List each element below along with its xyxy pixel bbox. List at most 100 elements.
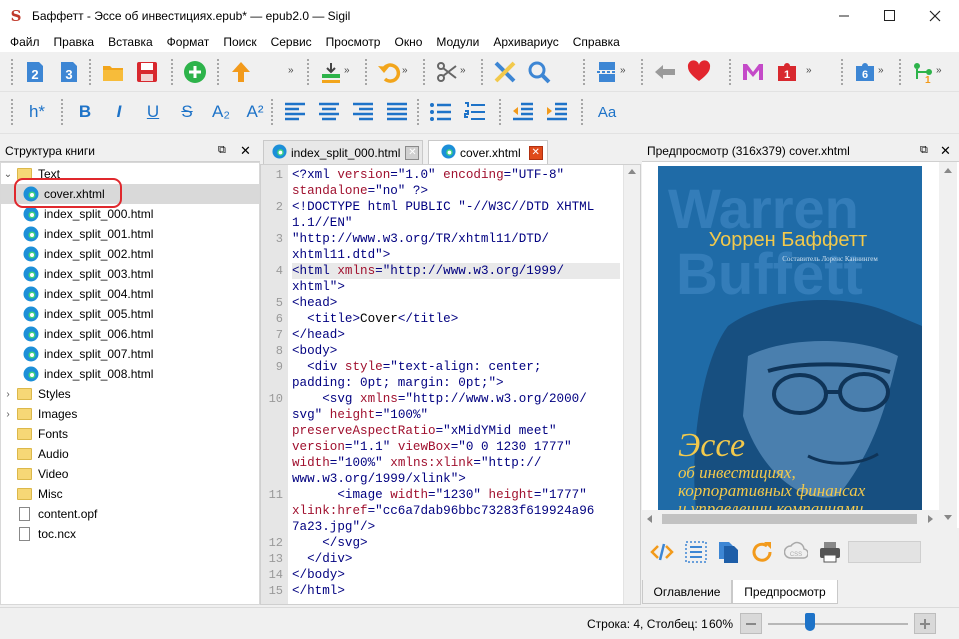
zoom-slider-thumb[interactable]	[805, 613, 815, 631]
scroll-down-icon[interactable]	[944, 515, 952, 520]
code-line[interactable]: 7 </head>	[276, 327, 620, 343]
toolbar-grip[interactable]	[422, 58, 426, 86]
tab-index-split-000[interactable]: index_split_000.html ✕	[263, 140, 423, 164]
numbered-list-icon[interactable]	[460, 97, 490, 127]
menu-tools[interactable]: Сервис	[264, 35, 319, 49]
maximize-button[interactable]	[866, 0, 912, 31]
select-all-icon[interactable]	[684, 540, 708, 567]
plugin-6-icon[interactable]: 6	[850, 57, 880, 87]
menu-insert[interactable]: Вставка	[101, 35, 160, 49]
scroll-left-icon[interactable]	[647, 515, 652, 523]
menu-help[interactable]: Справка	[566, 35, 627, 49]
toolbar-grip[interactable]	[580, 98, 584, 126]
indent-icon[interactable]	[542, 97, 572, 127]
underline-button[interactable]: U	[138, 97, 168, 127]
toolbar-overflow-icon[interactable]: »	[620, 65, 630, 79]
bold-button[interactable]: B	[70, 97, 100, 127]
code-line[interactable]: www.w3.org/1999/xlink">	[292, 471, 620, 487]
expand-icon[interactable]: ›	[3, 389, 13, 400]
tree-item-index-split-007-html[interactable]: index_split_007.html	[1, 344, 259, 364]
print-icon[interactable]	[818, 540, 842, 567]
code-line[interactable]: 12 </svg>	[269, 535, 620, 551]
toolbar-grip[interactable]	[60, 98, 64, 126]
toolbar-grip[interactable]	[88, 58, 92, 86]
tree-item-styles[interactable]: › Styles	[1, 384, 259, 404]
zoom-out-button[interactable]	[740, 613, 762, 634]
close-panel-icon[interactable]: ✕	[240, 143, 251, 159]
code-line[interactable]: width="100%" xmlns:xlink="http://	[292, 455, 620, 471]
toolbar-overflow-icon[interactable]: »	[344, 65, 354, 79]
expand-icon[interactable]: ›	[3, 409, 13, 420]
tree-item-content-opf[interactable]: content.opf	[1, 504, 259, 524]
align-justify-icon[interactable]	[382, 97, 412, 127]
tree-item-images[interactable]: › Images	[1, 404, 259, 424]
tab-close-icon[interactable]: ✕	[528, 146, 543, 160]
plugin-1b-icon[interactable]: 1	[908, 57, 938, 87]
outdent-icon[interactable]	[508, 97, 538, 127]
tree-item-index-split-006-html[interactable]: index_split_006.html	[1, 324, 259, 344]
close-button[interactable]	[912, 0, 958, 31]
toolbar-grip[interactable]	[170, 58, 174, 86]
align-left-icon[interactable]	[280, 97, 310, 127]
align-center-icon[interactable]	[314, 97, 344, 127]
code-line[interactable]: padding: 0pt; margin: 0pt;">	[292, 375, 620, 391]
tab-cover-xhtml[interactable]: cover.xhtml ✕	[428, 140, 548, 165]
code-line[interactable]: 11 <image width="1230" height="1777"	[269, 487, 620, 503]
split-icon[interactable]	[592, 57, 622, 87]
tree-item-fonts[interactable]: Fonts	[1, 424, 259, 444]
subscript-button[interactable]: A₂	[206, 97, 236, 127]
code-line[interactable]: preserveAspectRatio="xMidYMid meet"	[292, 423, 620, 439]
strikethrough-button[interactable]: S	[172, 97, 202, 127]
donate-heart-icon[interactable]	[684, 57, 714, 87]
tree-item-video[interactable]: Video	[1, 464, 259, 484]
toolbar-grip[interactable]	[416, 98, 420, 126]
toolbar-grip[interactable]	[498, 98, 502, 126]
collapse-icon[interactable]: ⌄	[3, 169, 13, 180]
toolbar-grip[interactable]	[10, 98, 14, 126]
code-line[interactable]: 9 <div style="text-align: center;	[276, 359, 620, 375]
tree-item-audio[interactable]: Audio	[1, 444, 259, 464]
menu-file[interactable]: Файл	[0, 35, 47, 49]
toolbar-grip[interactable]	[898, 58, 902, 86]
heading-dropdown[interactable]: h*	[20, 97, 54, 127]
copy-icon[interactable]	[716, 540, 740, 567]
open-folder-icon[interactable]	[98, 57, 128, 87]
menu-view[interactable]: Просмотр	[319, 35, 388, 49]
code-view[interactable]: 1 <?xml version="1.0" encoding="UTF-8" sta…	[269, 167, 620, 599]
tree-item-index-split-005-html[interactable]: index_split_005.html	[1, 304, 259, 324]
menu-search[interactable]: Поиск	[216, 35, 263, 49]
tree-item-index-split-008-html[interactable]: index_split_008.html	[1, 364, 259, 384]
code-line[interactable]: standalone="no" ?>	[292, 183, 620, 199]
tree-item-toc-ncx[interactable]: toc.ncx	[1, 524, 259, 544]
code-line[interactable]: 13 </div>	[269, 551, 620, 567]
toolbar-grip[interactable]	[582, 58, 586, 86]
code-tag-icon[interactable]	[650, 540, 674, 567]
menu-window[interactable]: Окно	[387, 35, 429, 49]
code-line[interactable]: xhtml">	[292, 279, 620, 295]
code-line[interactable]: 1 <?xml version="1.0" encoding="UTF-8"	[276, 167, 620, 183]
toolbar-grip[interactable]	[480, 58, 484, 86]
code-line[interactable]: 6 <title>Cover</title>	[276, 311, 620, 327]
toolbar-overflow-icon[interactable]: »	[288, 65, 298, 79]
tree-item-index-split-004-html[interactable]: index_split_004.html	[1, 284, 259, 304]
tree-item-index-split-001-html[interactable]: index_split_001.html	[1, 224, 259, 244]
scroll-right-icon[interactable]	[928, 515, 933, 523]
toolbar-grip[interactable]	[364, 58, 368, 86]
zoom-slider-track[interactable]	[768, 623, 908, 625]
tab-toc[interactable]: Оглавление	[642, 580, 732, 604]
code-line[interactable]: xlink:href="cc6a7dab96bbc73283f619924a96	[292, 503, 620, 519]
toolbar-grip[interactable]	[840, 58, 844, 86]
upload-arrow-icon[interactable]	[226, 57, 256, 87]
toolbar-grip[interactable]	[640, 58, 644, 86]
code-line[interactable]: 4 <html xmlns="http://www.w3.org/1999/	[276, 263, 620, 279]
preview-view[interactable]: Warren Buffett Уоррен Баффетт Составител…	[642, 162, 959, 528]
code-line[interactable]: 8 <body>	[276, 343, 620, 359]
code-line[interactable]: 14 </body>	[269, 567, 620, 583]
undo-icon[interactable]	[374, 57, 404, 87]
add-icon[interactable]	[180, 57, 210, 87]
toolbar-overflow-icon[interactable]: »	[806, 65, 816, 79]
m-plugin-icon[interactable]	[738, 57, 768, 87]
back-arrow-icon[interactable]	[650, 57, 680, 87]
italic-button[interactable]: I	[104, 97, 134, 127]
preview-hscroll[interactable]	[642, 510, 939, 528]
